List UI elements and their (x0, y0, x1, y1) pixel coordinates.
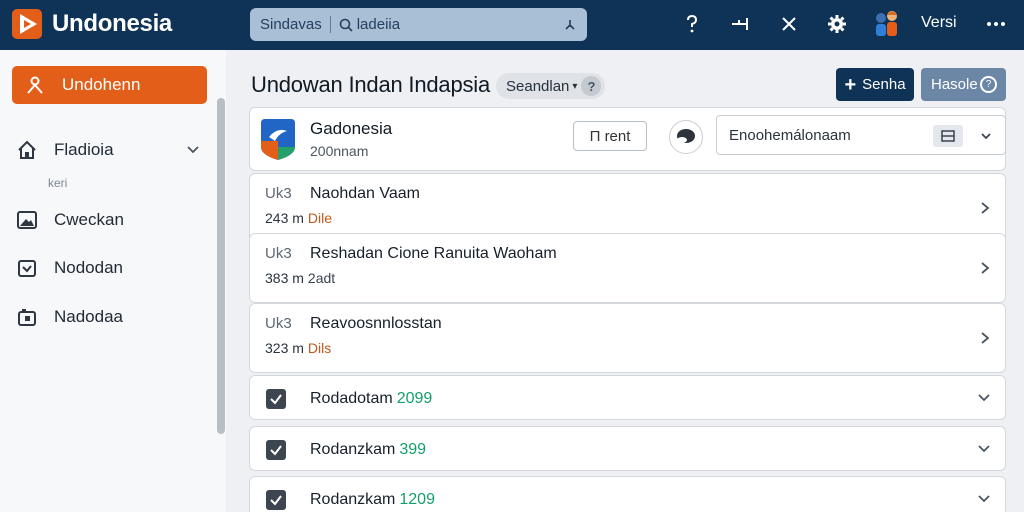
check-icon (270, 394, 282, 405)
item-tag: Dile (307, 210, 333, 226)
search-box[interactable]: Sindavas ladeiia (250, 8, 587, 41)
checkbox-row[interactable]: Rodanzkam 399 (249, 426, 1006, 471)
checkbox-label: Rodadotam 2099 (310, 390, 433, 407)
checkbox-row[interactable]: Rodanzkam 1209 (249, 476, 1006, 512)
view-select[interactable]: Enoohemálonaam (716, 115, 1006, 155)
toggle-icon (677, 129, 695, 143)
checkbox-row[interactable]: Rodadotam 2099 (249, 375, 1006, 420)
checkbox-label: Rodanzkam 1209 (310, 491, 435, 508)
badge-icon (18, 260, 36, 277)
sidebar-item-label: Nododan (54, 258, 124, 277)
new-button-label: Senha (862, 76, 906, 93)
pin-icon[interactable] (728, 12, 752, 36)
chevron-right-icon[interactable] (979, 261, 991, 275)
search-scope[interactable]: Sindavas (260, 16, 331, 33)
close-icon[interactable] (777, 12, 801, 36)
item-tag: 2adt (307, 270, 336, 286)
sidebar-item-label: Nadodaa (54, 307, 124, 326)
sidebar-item-cweckan[interactable]: Cweckan (16, 205, 206, 235)
item-count: 399 (399, 441, 427, 458)
page-title: Undowan Indan Indapsia (251, 72, 491, 97)
sidebar-subtext: keri (48, 176, 68, 190)
new-button[interactable]: + Senha (836, 68, 914, 101)
gear-icon[interactable] (825, 12, 849, 36)
view-select-value: Enoohemálonaam (729, 126, 851, 144)
check-icon (270, 445, 282, 456)
check-icon (270, 495, 282, 506)
theme-toggle[interactable] (669, 120, 703, 154)
secondary-button[interactable]: Hasole ? (921, 68, 1006, 101)
sidebar-scrollbar[interactable] (217, 98, 225, 434)
summary-card: Gadonesia 200nnam Π rent Enoohemálonaam (249, 107, 1006, 171)
help-icon[interactable] (680, 12, 704, 36)
item-size: 243 m Dile (265, 210, 333, 226)
project-meta: 200nnam (310, 143, 369, 159)
chip-label: Seandlan (506, 77, 570, 95)
app-title: Undonesia (52, 10, 172, 37)
home-icon (18, 140, 36, 159)
play-logo-icon (12, 9, 42, 39)
person-icon (27, 76, 43, 94)
help-circle-icon: ? (980, 76, 997, 93)
user-name[interactable]: Versi (921, 14, 957, 32)
item-title: Reavoosnnlosstan (310, 315, 442, 332)
item-title: Reshadan Cione Ranuita Waoham (310, 245, 557, 262)
search-input[interactable]: ladeiia (357, 16, 400, 33)
checkbox-label: Rodanzkam 399 (310, 441, 427, 458)
item-size: 383 m 2adt (265, 270, 336, 286)
search-icon (339, 18, 353, 32)
item-count: 1209 (399, 491, 435, 508)
chevron-down-icon[interactable] (186, 143, 200, 157)
filter-button[interactable]: Π rent (573, 121, 647, 151)
checkbox[interactable] (266, 490, 286, 510)
chip-caret-icon: ▾ (572, 80, 578, 92)
item-code: Uk3 (265, 185, 292, 202)
chevron-right-icon[interactable] (979, 201, 991, 215)
item-title: Naohdan Vaam (310, 185, 420, 202)
users-icon[interactable] (870, 7, 904, 41)
chevron-down-icon[interactable] (977, 393, 991, 403)
chevron-right-icon[interactable] (979, 331, 991, 345)
image-icon (17, 211, 37, 229)
sidebar-primary-label: Undohenn (62, 75, 141, 94)
secondary-button-label: Hasole (931, 76, 978, 93)
chevron-down-icon[interactable] (977, 494, 991, 504)
list-item[interactable]: Uk3 Reshadan Cione Ranuita Waoham 383 m2… (249, 233, 1006, 303)
item-size: 323 m Dils (265, 340, 332, 356)
item-code: Uk3 (265, 315, 292, 332)
filter-chip[interactable]: Seandlan ▾ ? (496, 73, 606, 99)
more-icon[interactable] (984, 12, 1008, 36)
clear-search-icon[interactable] (563, 17, 577, 31)
list-item[interactable]: Uk3 Reavoosnnlosstan 323 m Dils (249, 303, 1006, 373)
help-icon[interactable]: ? (581, 76, 602, 96)
checkbox[interactable] (266, 389, 286, 409)
top-navigation-bar: Undonesia Sindavas ladeiia Versi (0, 0, 1024, 50)
item-tag: Dils (307, 340, 332, 356)
item-code: Uk3 (265, 245, 292, 262)
project-name: Gadonesia (310, 119, 393, 138)
list-view-icon[interactable] (933, 125, 963, 147)
camera-icon (18, 309, 36, 326)
chevron-down-icon[interactable] (979, 129, 993, 143)
chevron-down-icon[interactable] (977, 444, 991, 454)
checkbox[interactable] (266, 440, 286, 460)
sidebar-primary-button[interactable]: Undohenn (12, 66, 207, 104)
sidebar-item-nododan[interactable]: Nododan (16, 253, 206, 283)
sidebar-item-label: Cweckan (54, 210, 124, 229)
app-icon (261, 119, 295, 160)
sidebar-item-fladioia[interactable]: Fladioia (16, 135, 206, 165)
sidebar-item-nadodaa[interactable]: Nadodaa (16, 302, 206, 332)
app-logo[interactable]: Undonesia (12, 9, 172, 39)
sidebar: Undohenn Fladioia keri Cweckan Nododan N… (0, 50, 226, 512)
item-count: 2099 (396, 390, 433, 407)
sidebar-item-label: Fladioia (54, 140, 114, 159)
plus-icon: + (844, 73, 857, 96)
